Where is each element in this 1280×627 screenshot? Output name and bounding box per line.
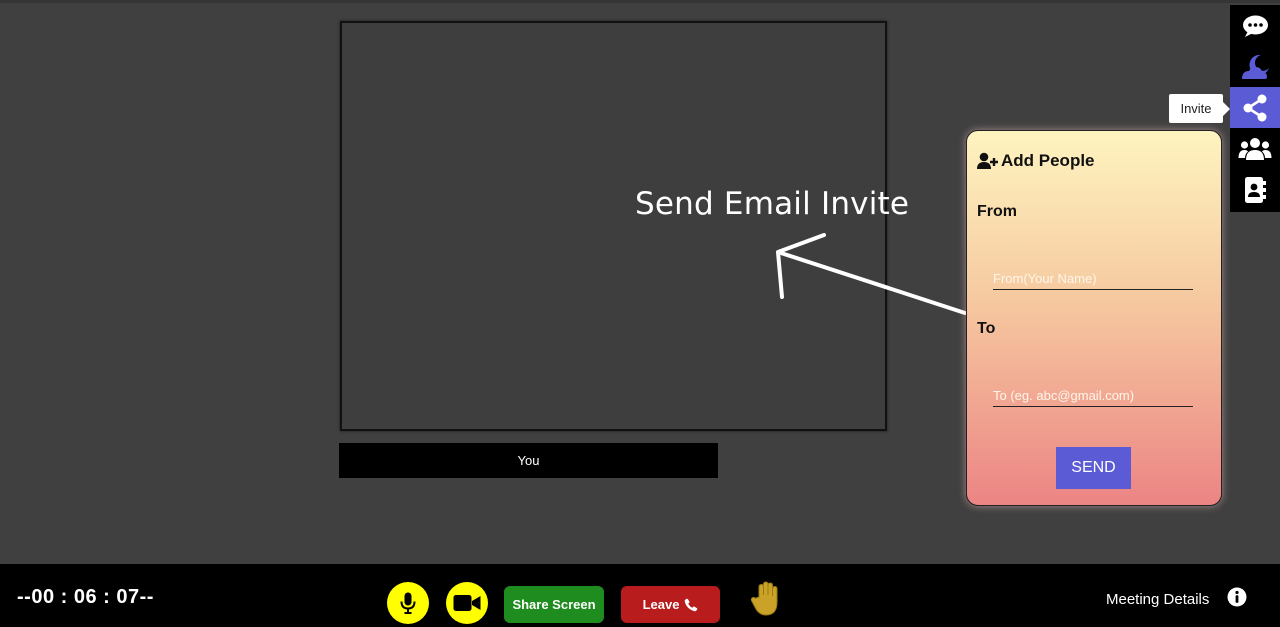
camera-button[interactable] [446,582,488,624]
meeting-screen: You Send Email Invite Invite Add People … [0,0,1280,627]
theme-button[interactable] [1230,46,1280,87]
to-email-input[interactable] [993,384,1193,407]
self-name-label: You [339,443,718,478]
microphone-icon [400,592,416,614]
invite-tooltip: Invite [1169,94,1230,123]
invite-button[interactable] [1230,87,1280,128]
contacts-button[interactable] [1230,169,1280,210]
top-divider [0,0,1280,3]
share-screen-label: Share Screen [512,597,596,612]
video-camera-icon [453,595,481,611]
annotation-text: Send Email Invite [635,186,910,222]
from-label: From [977,203,1017,220]
add-people-label: Add People [1001,151,1095,170]
moon-icon [1242,54,1269,79]
invite-panel-title: Add People [977,151,1095,171]
to-label: To [977,320,996,337]
participants-button[interactable] [1230,128,1280,169]
raise-hand-icon[interactable] [750,581,784,617]
leave-label: Leave [642,597,680,612]
participants-icon [1238,137,1272,160]
info-icon[interactable] [1227,587,1247,607]
leave-button[interactable]: Leave [621,586,720,623]
send-invite-button[interactable]: SEND [1056,447,1131,489]
microphone-button[interactable] [387,582,429,624]
chat-button[interactable] [1230,5,1280,46]
share-screen-button[interactable]: Share Screen [504,586,604,623]
share-icon [1243,94,1267,121]
annotation-arrow [776,233,967,315]
contacts-icon [1245,176,1266,203]
right-rail [1230,5,1280,212]
meeting-details-link[interactable]: Meeting Details [1106,591,1209,608]
invite-panel: Add People From To SEND [966,130,1222,506]
phone-icon [685,598,698,611]
bottom-toolbar: --00 : 06 : 07-- Share Screen Leave Meet… [0,564,1280,627]
meeting-timer: --00 : 06 : 07-- [17,586,154,608]
add-user-icon [977,152,998,169]
from-name-input[interactable] [993,267,1193,290]
chat-icon [1242,15,1268,37]
